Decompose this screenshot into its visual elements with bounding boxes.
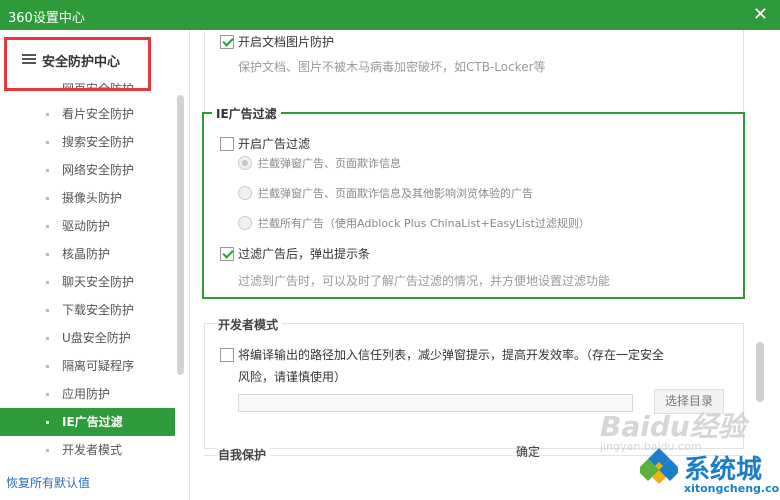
title-bar: 360设置中心 ✕ xyxy=(0,0,780,30)
ie-popup-label: 过滤广告后，弹出提示条 xyxy=(238,247,371,261)
radio-button[interactable] xyxy=(238,216,252,230)
bullet-icon xyxy=(46,309,49,312)
sidebar-item-label: 摄像头防护 xyxy=(62,191,123,205)
brand-name: 系统城 xyxy=(684,455,763,485)
sidebar-item-label: 网络安全防护 xyxy=(62,163,135,177)
sidebar-item-label: U盘安全防护 xyxy=(62,331,131,345)
sidebar-item-kernel[interactable]: 核晶防护 xyxy=(0,240,175,268)
path-input[interactable] xyxy=(238,394,633,412)
sidebar-item-camera[interactable]: 摄像头防护 xyxy=(0,184,175,212)
bullet-icon xyxy=(46,169,49,172)
doc-protect-checkbox[interactable] xyxy=(220,34,234,49)
sidebar-item-chat[interactable]: 聊天安全防护 xyxy=(0,268,175,296)
sidebar-item-label: 应用防护 xyxy=(62,387,111,401)
sidebar-item-app[interactable]: 应用防护 xyxy=(0,380,175,408)
bullet-icon xyxy=(46,113,49,116)
ie-radio-option[interactable]: 拦截弹窗广告、页面欺诈信息 xyxy=(238,155,401,171)
sidebar-item-label: 下载安全防护 xyxy=(62,303,135,317)
developer-checkbox[interactable] xyxy=(220,347,234,362)
radio-label: 拦截所有广告（使用Adblock Plus ChinaList+EasyList… xyxy=(258,217,590,230)
sidebar-item-label: 搜索安全防护 xyxy=(62,135,135,149)
close-icon[interactable]: ✕ xyxy=(753,4,768,25)
developer-title: 开发者模式 xyxy=(218,316,283,333)
reset-defaults-link[interactable]: 恢复所有默认值 xyxy=(6,474,90,491)
self-protect-title: 自我保护 xyxy=(218,446,271,463)
ie-radio-option[interactable]: 拦截所有广告（使用Adblock Plus ChinaList+EasyList… xyxy=(238,215,590,231)
sidebar-item-driver[interactable]: 驱动防护 xyxy=(0,212,175,240)
bullet-icon xyxy=(46,225,49,228)
sidebar-item-label: 聊天安全防护 xyxy=(62,275,135,289)
sidebar-item-label: 开发者模式 xyxy=(62,443,123,457)
confirm-button[interactable]: 确定 xyxy=(516,443,540,460)
bullet-icon xyxy=(46,253,49,256)
radio-button[interactable] xyxy=(238,186,252,200)
sidebar-item-label: 驱动防护 xyxy=(62,219,111,233)
developer-label-line1: 将编译输出的路径加入信任列表，减少弹窗提示，提高开发效率。（存在一定安全 xyxy=(238,348,665,362)
sidebar-item-quarantine[interactable]: 隔离可疑程序 xyxy=(0,352,175,380)
sidebar-item-partial[interactable]: 网页安全防护 xyxy=(62,80,134,88)
sidebar-item-label: 看片安全防护 xyxy=(62,107,135,121)
bullet-icon xyxy=(46,141,49,144)
ie-popup-checkbox[interactable] xyxy=(220,246,234,261)
radio-label: 拦截弹窗广告、页面欺诈信息及其他影响浏览体验的广告 xyxy=(258,187,533,200)
doc-protect-description: 保护文档、图片不被木马病毒加密破坏，如CTB-Locker等 xyxy=(238,60,546,74)
ie-enable-checkbox[interactable] xyxy=(220,136,234,151)
ie-popup-row[interactable]: 过滤广告后，弹出提示条 xyxy=(220,245,370,262)
baidu-watermark: Baidu经验 xyxy=(600,410,746,443)
bullet-icon xyxy=(46,393,49,396)
ie-filter-title: IE广告过滤 xyxy=(212,105,281,122)
sidebar-item-search[interactable]: 搜索安全防护 xyxy=(0,128,175,156)
ie-enable-row[interactable]: 开启广告过滤 xyxy=(220,135,310,152)
sidebar: 安全防护中心 网页安全防护 看片安全防护 搜索安全防护 网络安全防护 摄像头防护… xyxy=(0,30,190,500)
window-title: 360设置中心 xyxy=(8,11,85,26)
ie-popup-description: 过滤到广告时，可以及时了解广告过滤的情况，并方便地设置过滤功能 xyxy=(238,274,611,288)
bullet-icon xyxy=(46,449,49,452)
sidebar-nav: 看片安全防护 搜索安全防护 网络安全防护 摄像头防护 驱动防护 核晶防护 聊天安… xyxy=(0,100,175,464)
bullet-icon xyxy=(46,421,49,424)
sidebar-item-usb[interactable]: U盘安全防护 xyxy=(0,324,175,352)
ie-radio-option[interactable]: 拦截弹窗广告、页面欺诈信息及其他影响浏览体验的广告 xyxy=(238,185,533,201)
sidebar-item-label: 隔离可疑程序 xyxy=(62,359,135,373)
bullet-icon xyxy=(46,365,49,368)
sidebar-item-video[interactable]: 看片安全防护 xyxy=(0,100,175,128)
sidebar-item-download[interactable]: 下载安全防护 xyxy=(0,296,175,324)
doc-protect-row[interactable]: 开启文档图片防护 xyxy=(220,33,334,50)
sidebar-scrollbar[interactable] xyxy=(177,95,184,375)
radio-label: 拦截弹窗广告、页面欺诈信息 xyxy=(258,157,401,170)
developer-row[interactable]: 将编译输出的路径加入信任列表，减少弹窗提示，提高开发效率。（存在一定安全 xyxy=(220,346,664,363)
sidebar-item-label: IE广告过滤 xyxy=(62,415,123,429)
radio-button[interactable] xyxy=(238,156,252,170)
doc-protect-label: 开启文档图片防护 xyxy=(238,35,335,49)
developer-label-line2: 风险，请谨慎使用） xyxy=(238,370,347,384)
xitongcheng-logo-icon xyxy=(640,448,678,484)
bullet-icon xyxy=(46,197,49,200)
sidebar-item-network[interactable]: 网络安全防护 xyxy=(0,156,175,184)
sidebar-item-label: 核晶防护 xyxy=(62,247,111,261)
ie-enable-label: 开启广告过滤 xyxy=(238,137,311,151)
main-scrollbar[interactable] xyxy=(756,342,764,402)
sidebar-item-developer[interactable]: 开发者模式 xyxy=(0,436,175,464)
sidebar-item-ie-filter[interactable]: IE广告过滤 xyxy=(0,408,175,436)
bullet-icon xyxy=(46,281,49,284)
bullet-icon xyxy=(46,337,49,340)
brand-url: xitongcheng.com xyxy=(684,482,780,495)
